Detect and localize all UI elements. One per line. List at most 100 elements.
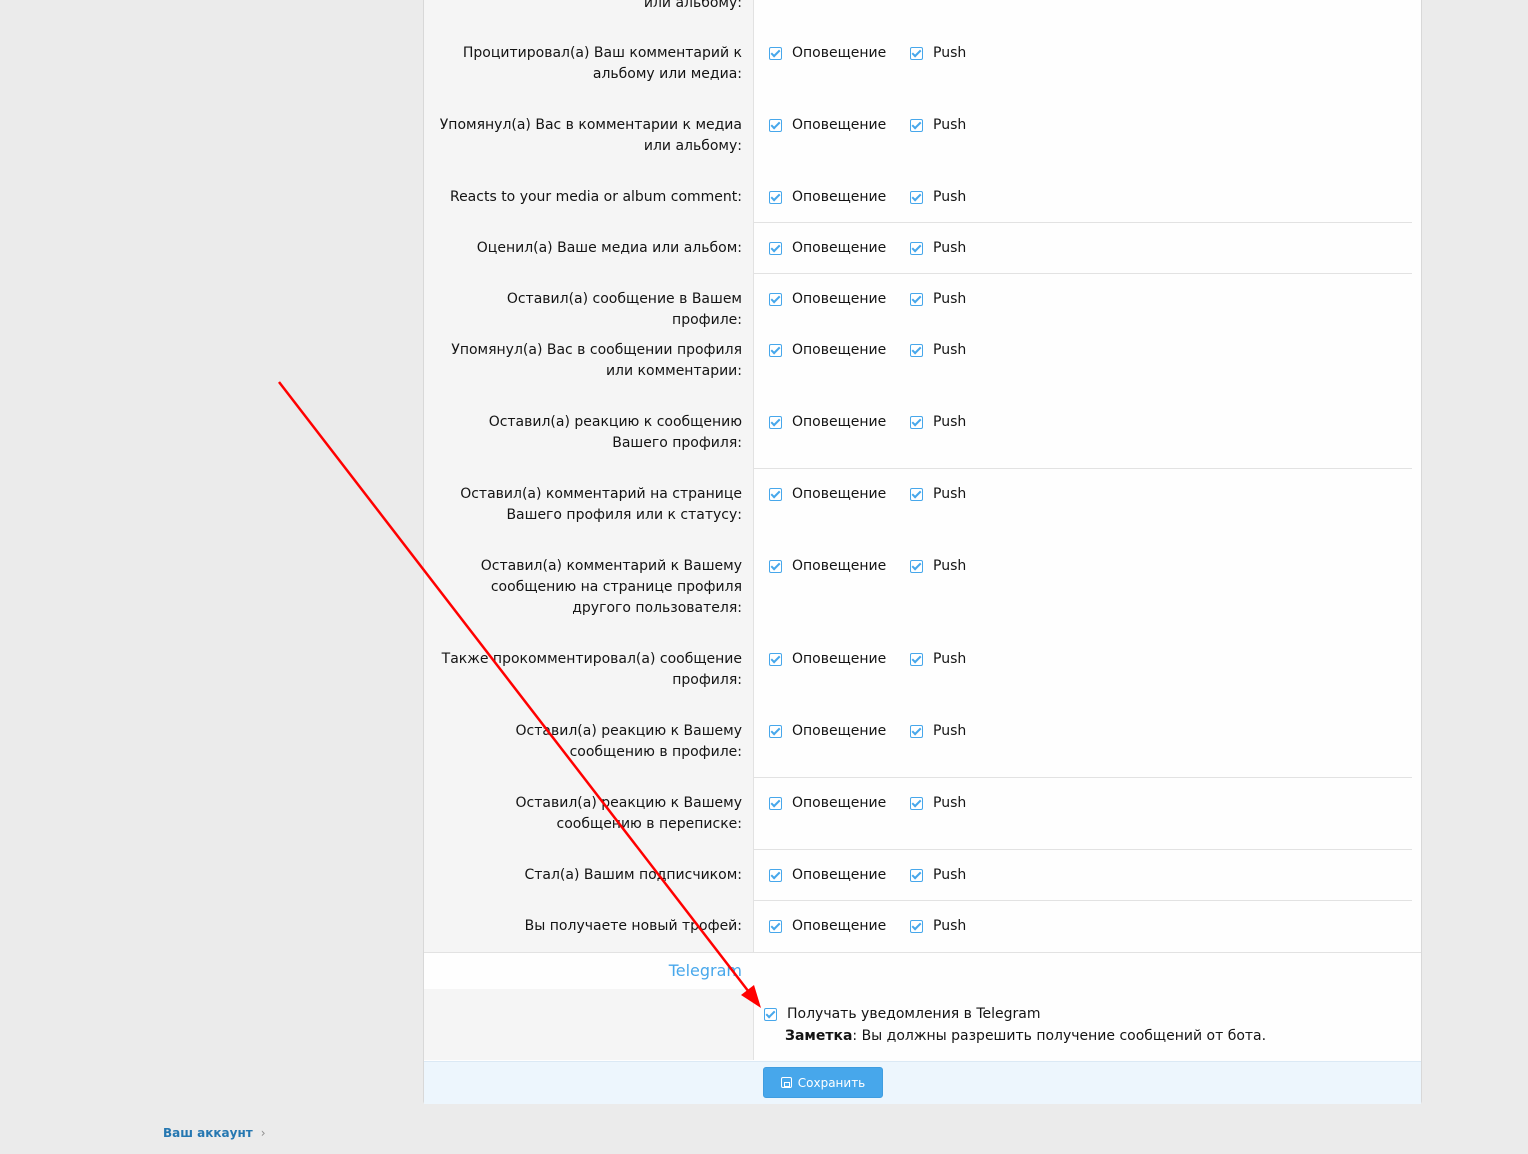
checkbox-checked-icon — [769, 560, 782, 573]
checkbox-checked-icon — [769, 344, 782, 357]
checkbox-checked-icon — [910, 797, 923, 810]
alert-checkbox[interactable]: Оповещение — [769, 340, 886, 361]
push-checkbox[interactable]: Push — [910, 43, 966, 64]
checkbox-checked-icon — [769, 920, 782, 933]
alert-label: Оповещение — [792, 867, 887, 883]
push-checkbox[interactable]: Push — [910, 412, 966, 433]
checkbox-checked-icon — [769, 725, 782, 738]
alert-checkbox[interactable]: Оповещение — [769, 484, 886, 505]
checkbox-checked-icon — [769, 653, 782, 666]
pref-row-label: Также прокомментировал(а) сообщение проф… — [441, 651, 742, 688]
alert-checkbox[interactable]: Оповещение — [769, 721, 886, 742]
alert-label: Оповещение — [792, 918, 887, 934]
push-label: Push — [933, 189, 967, 205]
alert-checkbox[interactable]: Оповещение — [769, 865, 886, 886]
push-checkbox[interactable]: Push — [910, 556, 966, 577]
push-label: Push — [933, 558, 967, 574]
push-checkbox[interactable]: Push — [910, 916, 966, 937]
save-button-label: Сохранить — [797, 1075, 866, 1090]
form-footer: Сохранить — [424, 1061, 1421, 1104]
push-checkbox[interactable]: Push — [910, 115, 966, 136]
alert-checkbox[interactable]: Оповещение — [769, 556, 886, 577]
push-label: Push — [933, 117, 967, 133]
checkbox-checked-icon — [769, 191, 782, 204]
push-checkbox[interactable]: Push — [910, 721, 966, 742]
alert-label: Оповещение — [792, 240, 887, 256]
pref-row-label: Reacts to your media or album comment: — [449, 189, 742, 205]
alert-checkbox[interactable]: Оповещение — [769, 43, 886, 64]
checkbox-checked-icon — [910, 191, 923, 204]
checkbox-checked-icon — [910, 920, 923, 933]
checkbox-checked-icon — [910, 119, 923, 132]
telegram-label-cell — [424, 989, 754, 1060]
pref-row-label: или альбому: — [643, 0, 742, 11]
telegram-notify-label: Получать уведомления в Telegram — [787, 1006, 1041, 1022]
alert-label: Оповещение — [792, 45, 887, 61]
checkbox-checked-icon — [910, 242, 923, 255]
push-label: Push — [933, 723, 967, 739]
alert-checkbox[interactable]: Оповещение — [769, 238, 886, 259]
row-divider — [754, 222, 1412, 223]
alert-checkbox[interactable]: Оповещение — [769, 412, 886, 433]
checkbox-checked-icon — [764, 1008, 777, 1021]
push-checkbox[interactable]: Push — [910, 289, 966, 310]
checkbox-checked-icon — [769, 119, 782, 132]
checkbox-checked-icon — [769, 869, 782, 882]
alert-checkbox[interactable]: Оповещение — [769, 115, 886, 136]
pref-row-label: Оставил(а) комментарий к Вашему сообщени… — [480, 558, 742, 616]
save-button[interactable]: Сохранить — [763, 1067, 883, 1098]
push-label: Push — [933, 486, 967, 502]
push-checkbox[interactable]: Push — [910, 484, 966, 505]
pref-row-label: Упомянул(а) Вас в комментарии к медиа ил… — [439, 117, 742, 154]
push-label: Push — [933, 291, 967, 307]
pref-row-label: Вы получаете новый трофей: — [524, 918, 742, 934]
checkbox-checked-icon — [910, 47, 923, 60]
pref-row-label: Оставил(а) реакцию к Вашему сообщению в … — [515, 723, 742, 760]
push-checkbox[interactable]: Push — [910, 340, 966, 361]
notification-preferences-panel: или альбому: Процитировал(а) Ваш коммент… — [423, 0, 1422, 1104]
row-divider — [754, 849, 1412, 850]
checkbox-checked-icon — [769, 797, 782, 810]
checkbox-checked-icon — [910, 416, 923, 429]
alert-checkbox[interactable]: Оповещение — [769, 187, 886, 208]
push-label: Push — [933, 918, 967, 934]
push-label: Push — [933, 795, 967, 811]
checkbox-checked-icon — [769, 293, 782, 306]
alert-checkbox[interactable]: Оповещение — [769, 793, 886, 814]
checkbox-checked-icon — [910, 488, 923, 501]
checkbox-checked-icon — [910, 560, 923, 573]
alert-checkbox[interactable]: Оповещение — [769, 649, 886, 670]
alert-label: Оповещение — [792, 189, 887, 205]
telegram-note: Заметка: Вы должны разрешить получение с… — [785, 1026, 1266, 1047]
alert-label: Оповещение — [792, 723, 887, 739]
pref-row-label: Оценил(а) Ваше медиа или альбом: — [476, 240, 742, 256]
alert-checkbox[interactable]: Оповещение — [769, 916, 886, 937]
row-divider — [754, 900, 1412, 901]
alert-label: Оповещение — [792, 795, 887, 811]
alert-label: Оповещение — [792, 117, 887, 133]
breadcrumb: Ваш аккаунт › — [163, 1126, 266, 1140]
checkbox-checked-icon — [910, 869, 923, 882]
telegram-section-header: Telegram — [424, 952, 1421, 990]
push-checkbox[interactable]: Push — [910, 793, 966, 814]
pref-row-label: Оставил(а) реакцию к сообщению Вашего пр… — [488, 414, 742, 451]
pref-row-label: Упомянул(а) Вас в сообщении профиля или … — [451, 342, 742, 379]
telegram-notify-checkbox[interactable]: Получать уведомления в Telegram — [764, 1004, 1041, 1025]
chevron-right-icon: › — [260, 1126, 266, 1140]
pref-row-label: Процитировал(а) Ваш комментарий к альбом… — [462, 45, 742, 82]
pref-row-label: Стал(а) Вашим подписчиком: — [524, 867, 742, 883]
push-label: Push — [933, 651, 967, 667]
checkbox-checked-icon — [769, 242, 782, 255]
push-checkbox[interactable]: Push — [910, 238, 966, 259]
breadcrumb-account-link[interactable]: Ваш аккаунт — [163, 1126, 253, 1140]
push-checkbox[interactable]: Push — [910, 649, 966, 670]
push-checkbox[interactable]: Push — [910, 187, 966, 208]
alert-checkbox[interactable]: Оповещение — [769, 289, 886, 310]
alert-label: Оповещение — [792, 291, 887, 307]
telegram-note-title: Заметка — [785, 1028, 853, 1044]
label-column — [424, 0, 754, 1060]
push-checkbox[interactable]: Push — [910, 865, 966, 886]
telegram-note-text: : Вы должны разрешить получение сообщени… — [852, 1028, 1267, 1044]
pref-row-label: Оставил(а) комментарий на странице Вашег… — [460, 486, 742, 523]
alert-label: Оповещение — [792, 486, 887, 502]
